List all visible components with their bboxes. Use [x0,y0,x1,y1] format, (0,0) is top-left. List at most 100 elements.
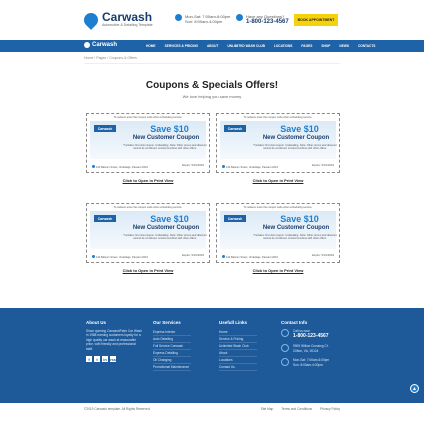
nav-item-services[interactable]: SERVICES & PRICING [165,44,198,48]
footer-links-heading: Usefull Links [219,320,248,325]
logo-tagline: Automotive & Detailing Template [102,23,153,27]
coupon-address: 124 Balsum Street, Undetlage, Passant 20… [222,254,282,259]
logo-name: Carwash [102,10,153,24]
coupon-instructions: To redeem enter the coupon code when sch… [113,206,183,209]
footer-contact-heading: Contact Info [281,320,308,325]
coupon-headline: Save $10 [280,124,319,134]
privacy-link[interactable]: Privacy Policy [320,407,340,411]
print-view-link[interactable]: Click to Open in Print View [216,178,340,183]
coupon-logo: Carwash [224,215,246,222]
location-pin-icon [281,344,289,353]
coupon-card: To redeem enter the coupon code when sch… [216,113,340,183]
footer-useful-link[interactable]: Contact Us [219,364,257,371]
clock-icon [281,358,289,367]
coupon: To redeem enter the coupon code when sch… [86,203,210,263]
footer-useful-link[interactable]: Locations [219,357,257,364]
footer-phone-number[interactable]: 1-800-123-4567 [293,333,329,339]
coupon-body: Carwash Save $10 New Customer Coupon *In… [90,211,207,249]
coupon-address: 124 Balsum Street, Undetlage, Passant 20… [92,254,152,259]
coupon-logo: Carwash [94,215,116,222]
sitemap-link[interactable]: Site Map [261,407,274,411]
coupon-fine-print: *Includes: first visit coupon. Undetaili… [123,234,207,241]
footer-useful-link[interactable]: Unlimited Wash Club [219,343,257,350]
nav-logo[interactable]: Carwash [84,42,117,48]
twitter-icon[interactable]: t [94,356,100,363]
footer-hours-line-2: Sun: 8:00am-4:00pm [293,362,323,367]
footer-service-link[interactable]: Auto Detailing [153,336,191,343]
coupon-logo: Carwash [224,125,246,132]
contact-hours: Mon-Sat: 7:00am-6:00pm Sun: 8:00am-4:00p… [281,358,341,367]
footer-service-link[interactable]: Oil Changing [153,357,191,364]
coupon-address: 124 Balsum Street, Undetlage, Passant 20… [92,164,152,169]
coupon-address-text: 124 Balsum Street, Undetlage, Passant 20… [96,255,148,259]
header-hours: Mon-Sat: 7:00am-6:00pm Sun: 8:00am-4:00p… [175,14,230,24]
footer-contact: Contact Info Call us now: 1-800-123-4567… [281,320,341,372]
header-phone: Have any Questions? 1-800-123-4567 [236,14,289,25]
coupon-body: Carwash Save $10 New Customer Coupon *In… [90,121,207,159]
location-pin-icon [222,164,225,168]
coupon-headline: Save $10 [150,124,189,134]
scroll-to-top-button[interactable]: ▲ [410,384,419,393]
coupon-fine-print: *Includes: first visit coupon. Undetaili… [253,144,337,151]
site-footer: About Us Since opening CarwashPalm Car W… [0,308,424,403]
terms-link[interactable]: Terms and Conditions [281,407,312,411]
coupon-expiry: Expire: 5/31/2019 [182,253,204,257]
site-logo[interactable]: Carwash Automotive & Detailing Template [81,9,153,30]
coupon-card: To redeem enter the coupon code when sch… [216,203,340,273]
location-pin-icon [92,164,95,168]
nav-item-about[interactable]: ABOUT [207,44,218,48]
nav-item-shop[interactable]: SHOP [321,44,330,48]
contact-address: 9909 Willow Crossing Ct. Clifton, VA, 20… [281,344,341,353]
coupon-address-text: 124 Balsum Street, Undetlage, Passant 20… [96,165,148,169]
footer-hours-line-1: Mon-Sat: 7:00am-6:00pm [293,358,330,363]
coupon-headline: Save $10 [280,214,319,224]
footer-service-link[interactable]: Promotional Maintenance [153,364,191,371]
facebook-icon[interactable]: f [86,356,92,363]
coupon-subhead: New Customer Coupon [262,225,330,231]
chevron-up-icon: ▲ [412,385,417,392]
copyright: ©2019 Carwash template. All Rights Reser… [84,407,151,411]
footer-useful-link[interactable]: Home [219,329,257,336]
coupon: To redeem enter the coupon code when sch… [86,113,210,173]
coupon-address-text: 124 Balsum Street, Undetlage, Passant 20… [226,165,278,169]
clock-icon [175,14,182,21]
coupon-expiry: Expire: 5/31/2019 [182,163,204,167]
print-view-link[interactable]: Click to Open in Print View [86,268,210,273]
nav-item-wash-club[interactable]: UNLIMITED WASH CLUB [227,44,265,48]
coupon-address: 124 Balsum Street, Undetlage, Passant 20… [222,164,282,169]
header-phone-number[interactable]: 1-800-123-4567 [246,19,289,25]
footer-services-heading: Our Services [153,320,181,325]
coupon-instructions: To redeem enter the coupon code when sch… [243,116,313,119]
coupon-instructions: To redeem enter the coupon code when sch… [113,116,183,119]
coupon-address-text: 124 Balsum Street, Undetlage, Passant 20… [226,255,278,259]
footer-service-link[interactable]: Express Interior [153,329,191,336]
nav-item-contacts[interactable]: CONTACTS [358,44,375,48]
footer-service-link[interactable]: Express Detailing [153,350,191,357]
print-view-link[interactable]: Click to Open in Print View [86,178,210,183]
coupon-subhead: New Customer Coupon [132,135,200,141]
nav-item-locations[interactable]: LOCATIONS [274,44,293,48]
coupon-expiry: Expire: 5/31/2019 [312,163,334,167]
coupon: To redeem enter the coupon code when sch… [216,203,340,263]
nav-item-home[interactable]: HOME [146,44,156,48]
footer-useful-link[interactable]: Service & Pricing [219,336,257,343]
address-line-2: Clifton, VA, 20124 [293,348,319,353]
rss-icon[interactable]: rss [110,356,116,363]
linkedin-icon[interactable]: in [102,356,108,363]
coupon-card: To redeem enter the coupon code when sch… [86,203,210,273]
location-pin-icon [222,254,225,258]
coupon: To redeem enter the coupon code when sch… [216,113,340,173]
site-header: Carwash Automotive & Detailing Template … [0,0,424,40]
footer-links: Usefull Links Home Service & Pricing Unl… [219,320,257,371]
footer-service-link[interactable]: Full Service Carwash [153,343,191,350]
coupon-logo: Carwash [94,125,116,132]
nav-logo-name: Carwash [92,42,118,48]
nav-item-news[interactable]: NEWS [339,44,349,48]
coupon-subhead: New Customer Coupon [132,225,200,231]
nav-item-pages[interactable]: PAGES [301,44,312,48]
book-appointment-button[interactable]: BOOK APPOINTMENT [294,14,338,26]
breadcrumb[interactable]: Home / Pages / Coupons & Offers [84,56,137,60]
nav-menu: HOME SERVICES & PRICING ABOUT UNLIMITED … [146,40,384,52]
footer-useful-link[interactable]: About [219,350,257,357]
print-view-link[interactable]: Click to Open in Print View [216,268,340,273]
